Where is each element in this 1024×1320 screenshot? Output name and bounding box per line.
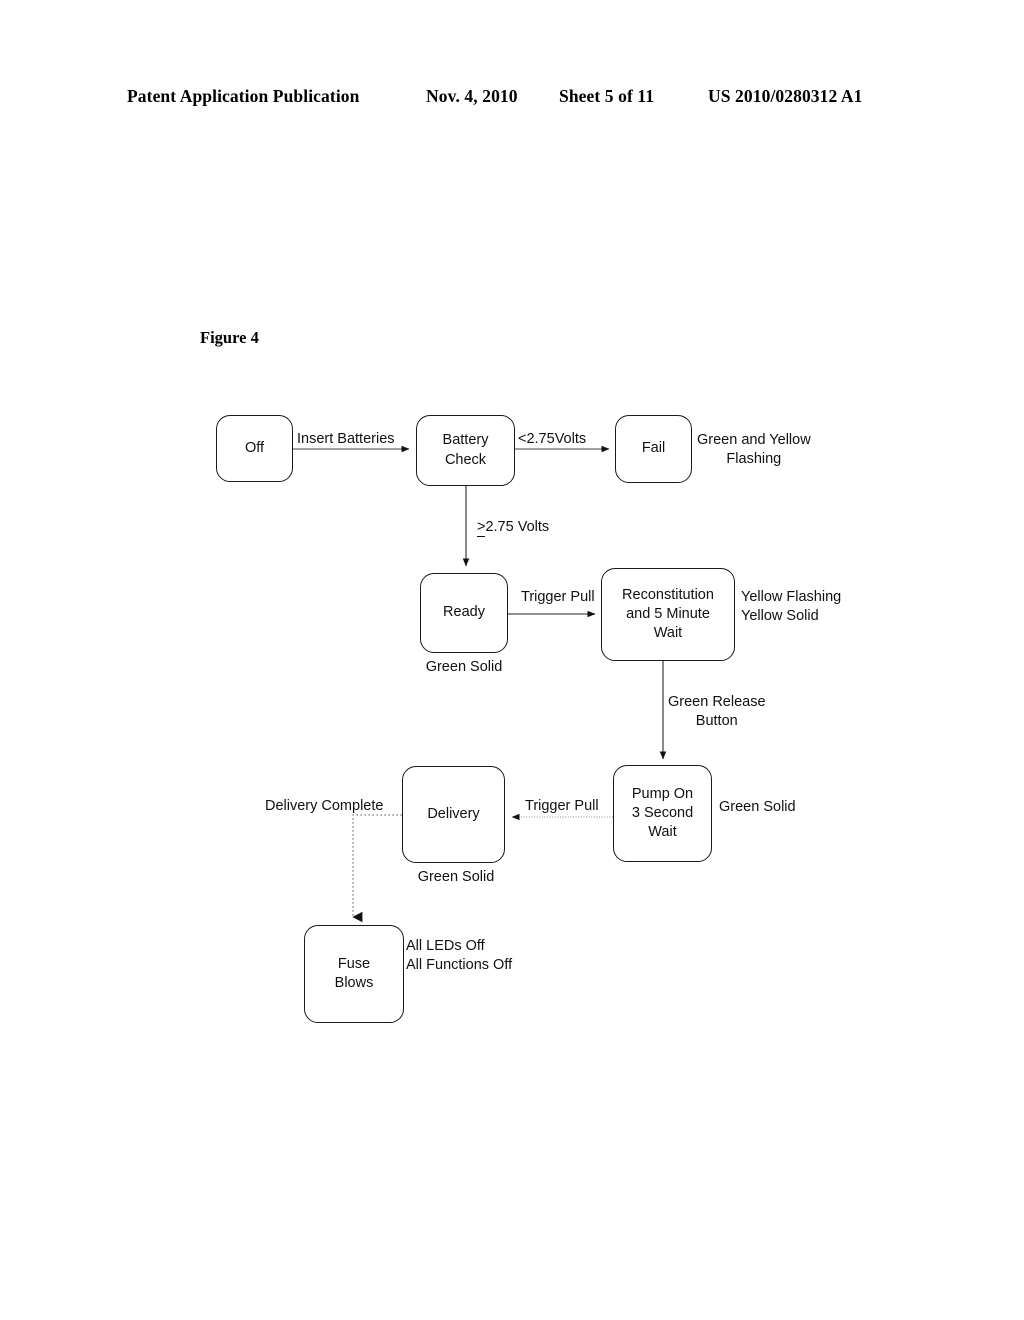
node-fail[interactable]: Fail bbox=[615, 415, 692, 483]
node-fuse-blows[interactable]: Fuse Blows bbox=[304, 925, 404, 1023]
node-ready[interactable]: Ready bbox=[420, 573, 508, 653]
edge-label-over-voltage-value: 2.75 Volts bbox=[485, 519, 550, 535]
annotation-fuse-line2: All Functions Off bbox=[406, 956, 513, 973]
edge-label-over-voltage: >2.75 Volts bbox=[477, 518, 549, 537]
annotation-fail-status: Green and Yellow Flashing bbox=[697, 431, 811, 468]
annotation-reconstitution-status: Yellow Flashing Yellow Solid bbox=[741, 588, 841, 625]
edge-label-under-voltage: <2.75Volts bbox=[518, 431, 587, 447]
node-delivery[interactable]: Delivery bbox=[402, 766, 505, 863]
node-delivery-label: Delivery bbox=[427, 805, 480, 822]
annotation-reconstitution-line2: Yellow Solid bbox=[741, 607, 819, 624]
edge-label-green-release-line2: Button bbox=[695, 712, 738, 729]
annotation-ready-status: Green Solid bbox=[425, 659, 503, 675]
node-fail-label: Fail bbox=[641, 440, 666, 457]
flowchart-connectors bbox=[292, 445, 667, 923]
node-reconstitution-label-line2: and 5 Minute bbox=[626, 605, 710, 622]
node-ready-label: Ready bbox=[443, 604, 485, 621]
node-pump-on-label-line2: 3 Second bbox=[631, 804, 694, 821]
edge-label-insert-batteries: Insert Batteries bbox=[297, 431, 395, 447]
edge-label-green-release-button: Green Release Button bbox=[668, 693, 766, 730]
edge-label-green-release-line1: Green Release bbox=[668, 694, 766, 710]
edge-label-trigger-pull-pump: Trigger Pull bbox=[525, 798, 599, 814]
edge-delivery-to-fuse-blows bbox=[352, 814, 402, 923]
annotation-fail-line1: Green and Yellow bbox=[697, 432, 811, 448]
annotation-fail-line2: Flashing bbox=[726, 450, 782, 467]
node-off[interactable]: Off bbox=[216, 415, 293, 482]
annotation-fuse-blows-status: All LEDs Off All Functions Off bbox=[406, 937, 512, 974]
annotation-fuse-line1: All LEDs Off bbox=[406, 938, 485, 954]
edge-label-delivery-complete: Delivery Complete bbox=[265, 798, 384, 814]
node-pump-on[interactable]: Pump On 3 Second Wait bbox=[613, 765, 712, 862]
annotation-delivery-status: Green Solid bbox=[417, 869, 495, 885]
edge-label-trigger-pull-ready: Trigger Pull bbox=[521, 589, 595, 605]
node-reconstitution[interactable]: Reconstitution and 5 Minute Wait bbox=[601, 568, 735, 661]
node-off-label: Off bbox=[244, 439, 265, 456]
node-battery-check[interactable]: Battery Check bbox=[416, 415, 515, 486]
node-reconstitution-label-line1: Reconstitution bbox=[622, 586, 714, 603]
node-pump-on-label-line1: Pump On bbox=[631, 785, 694, 802]
node-fuse-blows-label-line2: Blows bbox=[334, 975, 374, 991]
node-battery-check-label-line2: Check bbox=[444, 451, 487, 468]
node-battery-check-label-line1: Battery bbox=[442, 432, 489, 449]
node-fuse-blows-label-line1: Fuse bbox=[337, 955, 371, 972]
annotation-reconstitution-line1: Yellow Flashing bbox=[741, 589, 842, 605]
node-reconstitution-label-line3: Wait bbox=[653, 625, 683, 642]
annotation-pump-on-status: Green Solid bbox=[719, 799, 796, 815]
node-pump-on-label-line3: Wait bbox=[648, 824, 677, 841]
flowchart-diagram: Off Battery Check Fail Ready Reconstitut… bbox=[0, 0, 1024, 1320]
